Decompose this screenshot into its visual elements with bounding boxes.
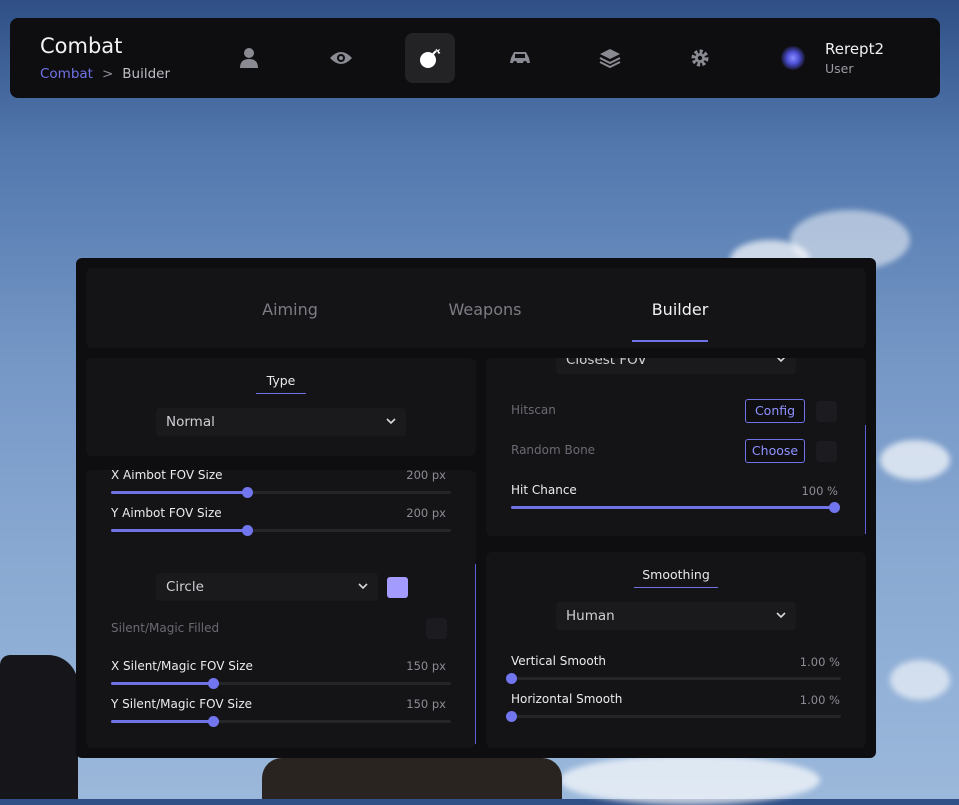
breadcrumb: Combat > Builder (40, 66, 170, 82)
bomb-icon (420, 48, 441, 68)
user-icon (240, 48, 258, 68)
user-role: User (825, 61, 854, 76)
chevron-down-icon (358, 583, 368, 590)
random-bone-choose-button[interactable]: Choose (745, 439, 805, 463)
title-underline (256, 393, 306, 394)
character-silhouette (262, 758, 562, 799)
smoothing-select-value: Human (566, 608, 615, 624)
fov-color-swatch[interactable] (387, 577, 408, 598)
active-tab-indicator (632, 340, 708, 342)
random-bone-checkbox[interactable] (816, 441, 837, 462)
horizontal-smooth-label: Horizontal Smooth (511, 692, 623, 706)
slider-fill (511, 506, 834, 509)
target-card: Closest FOV Hitscan Config Random Bone C… (486, 358, 866, 536)
cloud (880, 440, 950, 480)
nav-visuals[interactable] (316, 33, 366, 83)
type-title: Type (256, 373, 306, 394)
character-silhouette (0, 655, 78, 799)
type-title-text: Type (266, 373, 296, 388)
y-aimbot-fov-value: 200 px (406, 506, 446, 520)
horizontal-smooth-slider[interactable] (506, 711, 841, 722)
target-select-value: Closest FOV (566, 358, 647, 368)
target-select[interactable]: Closest FOV (556, 358, 796, 374)
cloud (560, 755, 820, 805)
gear-icon (691, 49, 709, 67)
type-card: Type Normal (86, 358, 476, 456)
avatar[interactable] (781, 46, 805, 70)
hit-chance-value: 100 % (801, 484, 838, 498)
nav-vehicle[interactable] (495, 33, 545, 83)
page-title: Combat (40, 34, 123, 58)
scrollbar[interactable] (475, 564, 476, 744)
x-silent-fov-label: X Silent/Magic FOV Size (111, 659, 253, 673)
slider-thumb[interactable] (242, 525, 253, 536)
combat-panel: Aiming Weapons Builder Type Normal X Aim… (76, 258, 876, 758)
slider-thumb[interactable] (506, 673, 517, 684)
car-icon (510, 52, 530, 65)
breadcrumb-current: Builder (122, 66, 171, 82)
fov-card: X Aimbot FOV Size 200 px Y Aimbot FOV Si… (86, 470, 476, 748)
tab-weapons[interactable]: Weapons (405, 300, 565, 319)
hitscan-config-button[interactable]: Config (745, 399, 805, 423)
breadcrumb-separator: > (101, 66, 114, 82)
nav-misc[interactable] (585, 33, 635, 83)
y-silent-fov-slider[interactable] (111, 716, 451, 727)
silent-filled-checkbox[interactable] (426, 618, 447, 639)
slider-thumb[interactable] (506, 711, 517, 722)
tab-builder[interactable]: Builder (600, 300, 760, 319)
vertical-smooth-slider[interactable] (506, 673, 841, 684)
type-select-value: Normal (166, 414, 215, 430)
x-silent-fov-value: 150 px (406, 659, 446, 673)
x-aimbot-fov-label: X Aimbot FOV Size (111, 470, 223, 482)
nav-player[interactable] (224, 33, 274, 83)
y-silent-fov-label: Y Silent/Magic FOV Size (111, 697, 253, 711)
smoothing-title: Smoothing (634, 567, 718, 588)
tab-aiming[interactable]: Aiming (210, 300, 370, 319)
chevron-down-icon (386, 418, 396, 425)
slider-fill (111, 720, 213, 723)
tab-bar: Aiming Weapons Builder (86, 268, 866, 348)
smoothing-select[interactable]: Human (556, 602, 796, 630)
layers-icon (599, 49, 621, 69)
hit-chance-label: Hit Chance (511, 483, 577, 497)
slider-thumb[interactable] (829, 502, 840, 513)
user-name: Rerept2 (825, 40, 884, 58)
breadcrumb-root[interactable]: Combat (40, 66, 93, 82)
chevron-down-icon (776, 612, 786, 619)
slider-fill (111, 529, 247, 532)
horizontal-smooth-value: 1.00 % (799, 693, 840, 707)
hit-chance-slider[interactable] (511, 502, 840, 513)
fov-shape-value: Circle (166, 579, 204, 595)
y-aimbot-fov-label: Y Aimbot FOV Size (111, 506, 222, 520)
y-aimbot-fov-slider[interactable] (111, 525, 451, 536)
hitscan-label: Hitscan (511, 403, 556, 417)
y-silent-fov-value: 150 px (406, 697, 446, 711)
slider-thumb[interactable] (242, 487, 253, 498)
slider-fill (111, 682, 213, 685)
x-silent-fov-slider[interactable] (111, 678, 451, 689)
eye-icon (330, 52, 352, 64)
scrollbar[interactable] (865, 425, 866, 534)
smoothing-title-text: Smoothing (642, 567, 710, 582)
vertical-smooth-label: Vertical Smooth (511, 654, 607, 668)
type-select[interactable]: Normal (156, 408, 406, 436)
slider-thumb[interactable] (208, 678, 219, 689)
hitscan-checkbox[interactable] (816, 401, 837, 422)
fov-shape-select[interactable]: Circle (156, 573, 378, 601)
chevron-down-icon (776, 358, 786, 363)
top-bar: Combat Combat > Builder Rerept2 User (10, 18, 940, 98)
vertical-smooth-value: 1.00 % (799, 655, 840, 669)
x-aimbot-fov-value: 200 px (406, 470, 446, 482)
slider-thumb[interactable] (208, 716, 219, 727)
cloud (890, 660, 950, 700)
slider-fill (111, 491, 247, 494)
random-bone-label: Random Bone (511, 443, 596, 457)
x-aimbot-fov-slider[interactable] (111, 487, 451, 498)
smoothing-card: Smoothing Human Vertical Smooth 1.00 % H… (486, 552, 866, 748)
silent-filled-label: Silent/Magic Filled (111, 621, 220, 635)
nav-settings[interactable] (675, 33, 725, 83)
nav-combat[interactable] (405, 33, 455, 83)
title-underline (634, 587, 718, 588)
